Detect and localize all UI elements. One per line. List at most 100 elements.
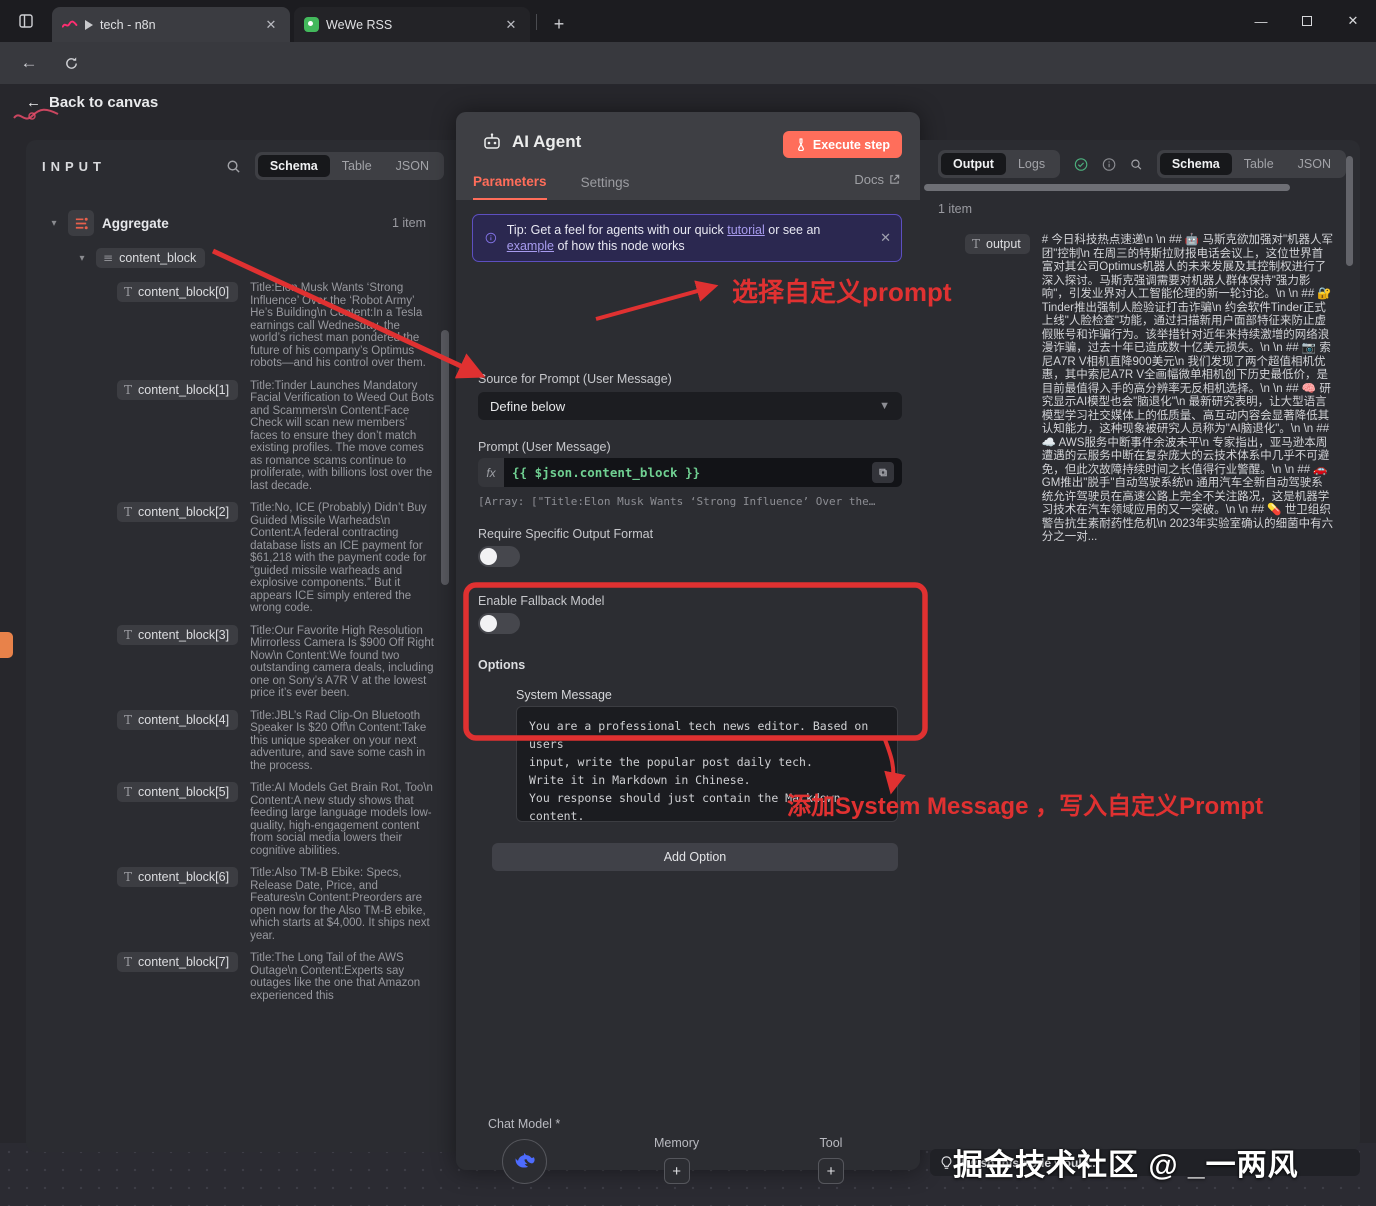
input-view-tabs: Schema Table JSON xyxy=(254,152,444,180)
field-pill[interactable]: Tcontent_block[0] xyxy=(117,282,239,302)
field-pill[interactable]: Tcontent_block[7] xyxy=(117,952,239,972)
chat-model-label: Chat Model * xyxy=(488,1117,561,1131)
enable-fallback-toggle[interactable] xyxy=(478,613,520,634)
canvas-node-decoration xyxy=(13,108,59,120)
search-icon[interactable] xyxy=(226,159,241,174)
input-scrollbar[interactable] xyxy=(441,330,449,585)
close-tab-icon[interactable]: ✕ xyxy=(502,16,520,34)
tab-output[interactable]: Output xyxy=(941,153,1006,175)
tab-schema[interactable]: Schema xyxy=(1159,153,1232,175)
execute-step-button[interactable]: Execute step xyxy=(782,131,902,158)
memory-label: Memory xyxy=(654,1136,700,1150)
dialog-header: AI Agent Execute step Parameters Setting… xyxy=(456,112,920,200)
field-pill[interactable]: Toutput xyxy=(965,234,1030,254)
output-horizontal-scrollbar[interactable] xyxy=(924,184,1290,191)
text-type-icon: T xyxy=(972,237,981,251)
expand-expression-icon[interactable]: ⧉ xyxy=(872,462,894,483)
output-scrollbar[interactable] xyxy=(1346,156,1353,266)
flask-icon xyxy=(797,138,804,151)
add-tool-button[interactable]: + xyxy=(818,1158,844,1184)
output-logs-tabs: Output Logs xyxy=(938,150,1061,178)
field-pill[interactable]: Tcontent_block[4] xyxy=(117,709,239,730)
tab-logs[interactable]: Logs xyxy=(1006,153,1057,175)
chevron-down-icon[interactable]: ▾ xyxy=(48,218,60,229)
schema-item-row: Tcontent_block[7] Title:The Long Tail of… xyxy=(117,952,440,1002)
tab-json[interactable]: JSON xyxy=(1286,153,1343,175)
schema-item-row: Tcontent_block[5] Title:AI Models Get Br… xyxy=(117,782,440,857)
node-title: AI Agent xyxy=(512,132,582,151)
schema-item-row: Tcontent_block[2] Title:No, ICE (Probabl… xyxy=(117,502,440,615)
require-output-format-toggle[interactable] xyxy=(478,546,520,567)
maximize-icon xyxy=(1302,16,1312,26)
tool-label: Tool xyxy=(819,1136,843,1150)
search-icon[interactable] xyxy=(1130,157,1142,172)
tab-table[interactable]: Table xyxy=(1232,153,1286,175)
example-link[interactable]: example xyxy=(507,239,554,253)
minimize-button[interactable]: — xyxy=(1238,0,1284,42)
tab-parameters[interactable]: Parameters xyxy=(473,164,547,200)
text-type-icon: T xyxy=(124,627,133,642)
schema-item-row: Tcontent_block[1] Title:Tinder Launches … xyxy=(117,379,440,493)
text-type-icon: T xyxy=(124,285,133,299)
maximize-button[interactable] xyxy=(1284,0,1330,42)
add-memory-button[interactable]: + xyxy=(663,1158,690,1184)
close-window-button[interactable]: ✕ xyxy=(1330,0,1376,42)
tab-title: tech - n8n xyxy=(100,17,156,32)
field-pill[interactable]: Tcontent_block[5] xyxy=(117,782,239,802)
ai-agent-node-dialog: AI Agent Execute step Parameters Setting… xyxy=(456,112,920,1184)
tab-wewe-rss[interactable]: WeWe RSS ✕ xyxy=(294,7,530,42)
tutorial-link[interactable]: tutorial xyxy=(727,223,765,237)
chevron-down-icon[interactable]: ▾ xyxy=(76,253,88,264)
annotation-choose-prompt: 选择自定义prompt xyxy=(732,277,952,307)
new-tab-button[interactable]: + xyxy=(546,11,572,37)
refresh-icon xyxy=(65,56,77,69)
tip-banner: Tip: Get a feel for agents with our quic… xyxy=(472,214,902,262)
refresh-button[interactable] xyxy=(56,48,86,78)
window-controls: — ✕ xyxy=(1238,0,1376,42)
close-tab-icon[interactable]: ✕ xyxy=(262,16,280,34)
field-pill[interactable]: Tcontent_block[3] xyxy=(117,624,239,645)
deepseek-whale-icon xyxy=(515,1152,535,1168)
watermark: 掘金技术社区 @ _一两风 xyxy=(953,1149,1299,1182)
schema-item-row: Tcontent_block[4] Title:JBL’s Rad Clip-O… xyxy=(117,709,440,773)
parameters-panel: Tip: Get a feel for agents with our quic… xyxy=(456,200,920,1080)
tab-table[interactable]: Table xyxy=(330,155,384,177)
field-value: Title:AI Models Get Brain Rot, Too\n Con… xyxy=(250,782,437,857)
docs-link[interactable]: Docs xyxy=(854,172,900,187)
tab-tech-n8n[interactable]: tech - n8n ✕ xyxy=(52,7,290,42)
output-item-count: 1 item xyxy=(938,202,973,216)
output-view-tabs: Schema Table JSON xyxy=(1156,150,1346,178)
prompt-label: Prompt (User Message) xyxy=(478,440,611,454)
canvas-pinned-handle[interactable] xyxy=(0,632,13,658)
field-pill[interactable]: Tcontent_block[6] xyxy=(117,867,239,887)
tab-schema[interactable]: Schema xyxy=(257,155,330,177)
root-node-name[interactable]: Aggregate xyxy=(102,216,169,231)
field-value: Title:Our Favorite High Resolution Mirro… xyxy=(250,624,438,700)
dismiss-tip-icon[interactable]: ✕ xyxy=(880,230,891,246)
n8n-app-background: ← Back to canvas INPUT Schema Table JSON… xyxy=(0,84,1376,1206)
text-type-icon: T xyxy=(124,785,133,799)
field-pill[interactable]: Tcontent_block[1] xyxy=(117,379,239,400)
back-button[interactable]: ← xyxy=(14,48,44,78)
memory-connector: Memory + xyxy=(654,1136,699,1184)
tab-actions-button[interactable] xyxy=(12,9,40,33)
deepseek-model-node[interactable] xyxy=(501,1139,547,1184)
require-output-format-label: Require Specific Output Format xyxy=(478,527,654,541)
prompt-expression-field[interactable]: fx {{ $json.content_block }} ⧉ xyxy=(478,458,902,487)
text-type-icon: T xyxy=(124,382,133,397)
group-pill[interactable]: ≡ content_block xyxy=(96,248,206,268)
fx-icon: fx xyxy=(478,458,504,487)
tool-connector: Tool + xyxy=(818,1136,844,1184)
dialog-tabs: Parameters Settings xyxy=(456,164,920,200)
source-for-prompt-select[interactable]: Define below ▼ xyxy=(478,392,902,420)
schema-item-row: Tcontent_block[0] Title:Elon Musk Wants … xyxy=(117,282,440,370)
list-icon: ≡ xyxy=(103,251,114,265)
info-icon[interactable] xyxy=(1102,156,1116,173)
add-option-button[interactable]: Add Option xyxy=(492,843,898,871)
tab-json[interactable]: JSON xyxy=(384,155,441,177)
input-panel-title: INPUT xyxy=(42,158,106,174)
field-value: Title:Tinder Launches Mandatory Facial V… xyxy=(250,379,438,492)
tab-settings[interactable]: Settings xyxy=(581,164,630,200)
field-pill[interactable]: Tcontent_block[2] xyxy=(117,502,239,522)
lightbulb-icon xyxy=(941,1155,952,1169)
